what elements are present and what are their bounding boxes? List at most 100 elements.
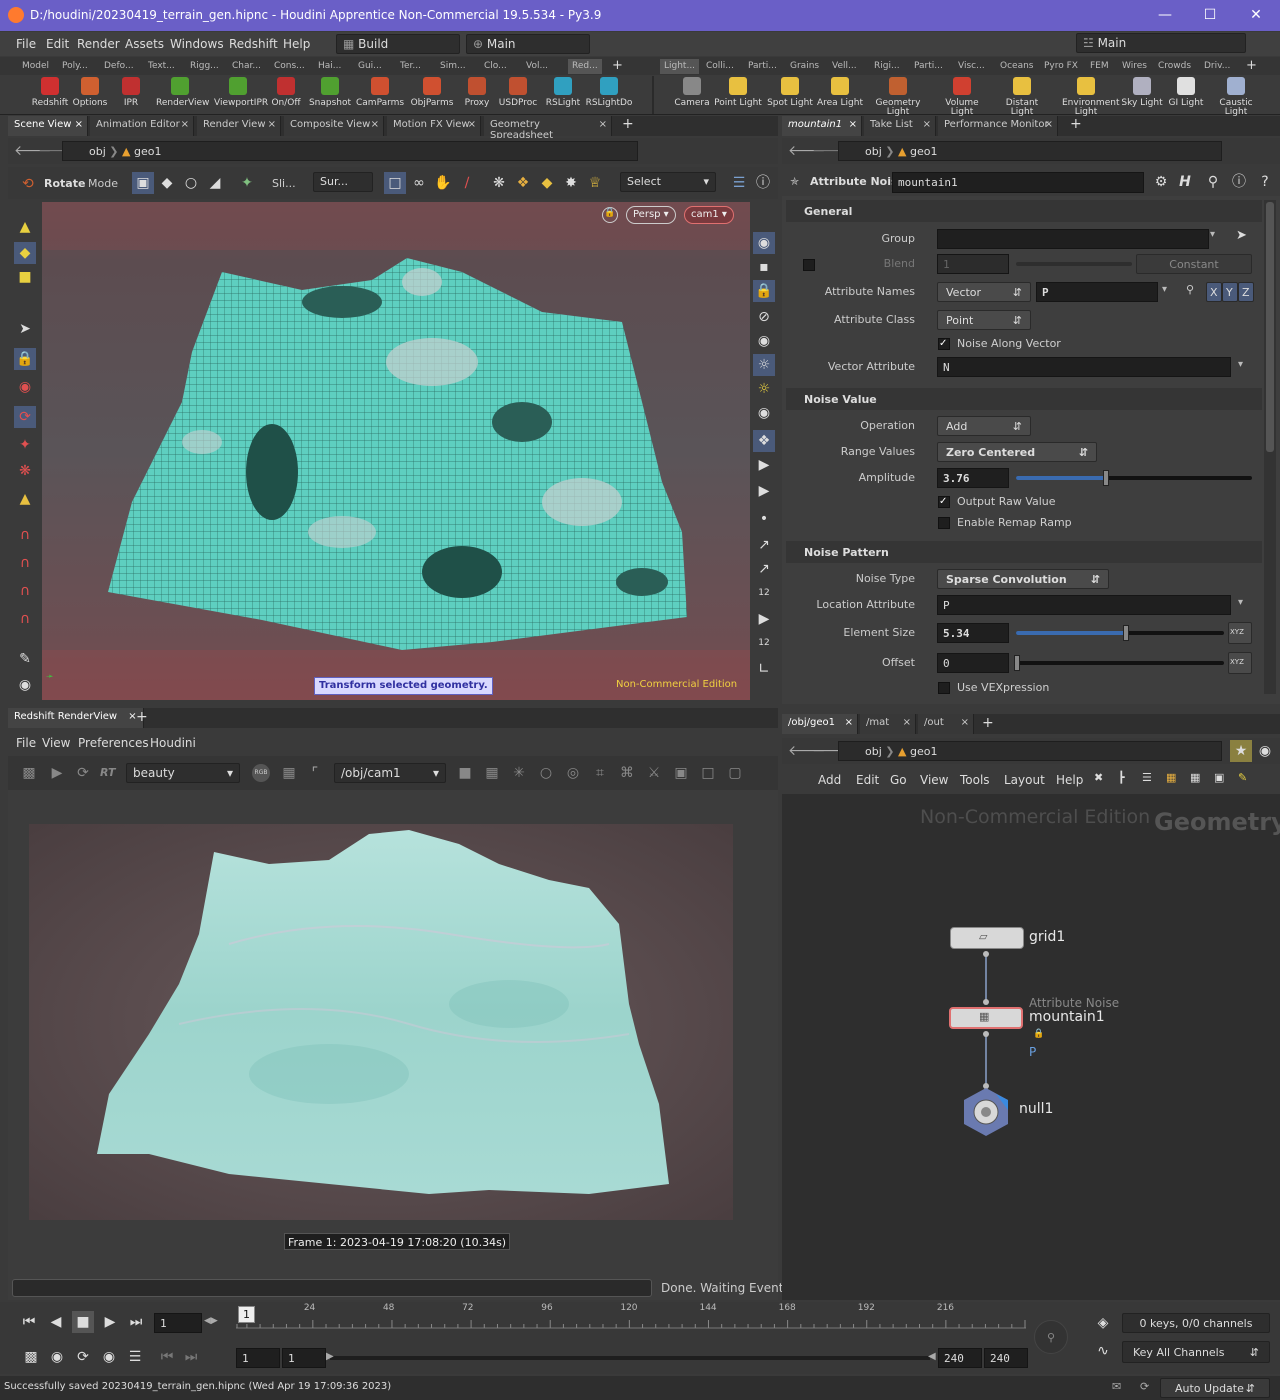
handle-tool-icon[interactable]: ▲: [14, 216, 36, 238]
camera-tool-icon[interactable]: ◉: [14, 674, 36, 696]
crumb-obj[interactable]: obj: [89, 145, 106, 158]
render-tool-icon-6[interactable]: ⌘: [616, 762, 638, 784]
network-tree-icon[interactable]: ┣: [1118, 771, 1125, 784]
play-icon[interactable]: ▶: [99, 1311, 121, 1333]
shelf-tab-right-7[interactable]: Visc...: [958, 59, 985, 74]
shelf-tab-6[interactable]: Cons...: [274, 59, 305, 74]
range-slider[interactable]: [330, 1356, 930, 1360]
network-menu-2[interactable]: Go: [890, 773, 907, 787]
section-noise-value[interactable]: Noise Value: [786, 388, 1262, 410]
magnet-icon-2[interactable]: ∩: [14, 552, 36, 574]
tool-right-2[interactable]: Spot Light: [766, 77, 814, 108]
persp-menu[interactable]: Persp ▾: [626, 206, 676, 224]
group-dropdown-icon[interactable]: ▾: [1210, 229, 1215, 240]
key-icon[interactable]: ◈: [1092, 1312, 1114, 1334]
rotate-view-icon[interactable]: ⟳: [14, 406, 36, 428]
network-path-field[interactable]: obj ❯ ▲ geo1: [838, 741, 1222, 761]
tool-left-2[interactable]: IPR: [107, 77, 155, 108]
tool-left-5[interactable]: On/Off: [262, 77, 310, 108]
network-combo[interactable]: ⊕ Main: [466, 34, 590, 54]
range-start-icon[interactable]: ⏮: [156, 1346, 178, 1368]
shelf-tab-right-11[interactable]: Wires: [1122, 59, 1147, 74]
network-link-icon[interactable]: ◉: [1254, 740, 1276, 762]
section-noise-pattern[interactable]: Noise Pattern: [786, 541, 1262, 563]
shelf-tab-right-3[interactable]: Grains: [790, 59, 819, 74]
render-tool-icon-0[interactable]: ■: [454, 762, 476, 784]
tab-right-2-close-icon[interactable]: ×: [1045, 119, 1053, 130]
blend-field[interactable]: 1: [937, 254, 1009, 274]
lasso-select-icon[interactable]: ∞: [408, 172, 430, 194]
tab-left-1[interactable]: Animation Editor ×: [90, 116, 194, 136]
attr-names-field[interactable]: P: [1036, 282, 1158, 302]
tab-left-2-close-icon[interactable]: ×: [268, 119, 276, 130]
tool-left-12[interactable]: RSLightDo: [585, 77, 633, 108]
rgb-icon[interactable]: RGB: [252, 764, 270, 782]
select-arrow-icon[interactable]: ➤: [14, 318, 36, 340]
display-icon-6[interactable]: ❖: [753, 430, 775, 452]
network-menu-5[interactable]: Layout: [1004, 773, 1045, 787]
tab-network-0[interactable]: /obj/geo1 ×: [782, 714, 858, 734]
tab-right-1[interactable]: Take List ×: [864, 116, 936, 136]
network-menu-4[interactable]: Tools: [960, 773, 990, 787]
param-scrollbar[interactable]: [1264, 200, 1276, 694]
grid-icon[interactable]: ▦: [278, 762, 300, 784]
network-note-icon[interactable]: ✎: [1238, 771, 1247, 784]
display-icon-3[interactable]: ⊘: [753, 306, 775, 328]
gear-icon[interactable]: ⚙: [1150, 171, 1172, 193]
enable-remap-checkbox[interactable]: [938, 517, 950, 529]
add-render-tab-icon[interactable]: +: [136, 709, 148, 725]
snap-tool-icon[interactable]: ❋: [14, 460, 36, 482]
render-tool-icon-7[interactable]: ⚔: [643, 762, 665, 784]
tab-left-0[interactable]: Scene View ×: [8, 116, 88, 136]
move-tool-icon[interactable]: ◆: [14, 242, 36, 264]
render-tool-icon-3[interactable]: ○: [535, 762, 557, 784]
render-tool-icon-10[interactable]: ▢: [724, 762, 746, 784]
display-12-icon[interactable]: 12: [753, 582, 775, 604]
display-icon-5[interactable]: ◉: [753, 402, 775, 424]
realtime-icon[interactable]: ◉: [46, 1346, 68, 1368]
menu-edit[interactable]: Edit: [46, 37, 69, 51]
net-crumb-obj[interactable]: obj: [865, 745, 882, 758]
status-refresh-icon[interactable]: ⟳: [1140, 1380, 1149, 1393]
display-icon-4[interactable]: ◉: [753, 330, 775, 352]
network-menu-6[interactable]: Help: [1056, 773, 1083, 787]
status-chat-icon[interactable]: ✉: [1112, 1380, 1121, 1393]
vector-attr-field[interactable]: N: [937, 357, 1231, 377]
menu-file[interactable]: File: [16, 37, 36, 51]
tool-left-4[interactable]: ViewportIPR: [214, 77, 268, 108]
offset-slider-knob[interactable]: [1014, 655, 1020, 671]
render-tool-icon-8[interactable]: ▣: [670, 762, 692, 784]
minimize-button[interactable]: —: [1153, 4, 1177, 26]
y-button[interactable]: Y: [1222, 282, 1238, 302]
render-tool-icon-5[interactable]: ⌗: [589, 762, 611, 784]
network-menu-0[interactable]: Add: [818, 773, 841, 787]
location-dropdown-icon[interactable]: ▾: [1238, 597, 1243, 608]
range-end-field-2[interactable]: 240: [984, 1348, 1028, 1368]
tab-network-1[interactable]: /mat ×: [860, 714, 916, 734]
range-start-field-2[interactable]: 1: [282, 1348, 326, 1368]
clapboard-icon[interactable]: ▩: [18, 762, 40, 784]
menu-windows[interactable]: Windows: [170, 37, 224, 51]
scene-path-field[interactable]: obj ❯ ▲ geo1: [62, 141, 638, 161]
display-icon-9[interactable]: ▶: [753, 608, 775, 630]
noise-type-menu[interactable]: Sparse Convolution ⇵: [937, 569, 1109, 589]
shelf-tab-right-5[interactable]: Rigi...: [874, 59, 900, 74]
brush-select-icon[interactable]: ✋: [432, 172, 454, 194]
paint-tool-icon[interactable]: ✎: [14, 648, 36, 670]
node-name-field[interactable]: mountain1: [892, 172, 1144, 193]
amplitude-field[interactable]: 3.76: [937, 468, 1009, 488]
tool-right-9[interactable]: GI Light: [1162, 77, 1210, 108]
element-size-xyz-button[interactable]: XYZ: [1228, 622, 1252, 644]
scene-viewport[interactable]: 🔒 Persp ▾ cam1 ▾ Transform selected geom…: [42, 202, 750, 700]
maximize-button[interactable]: ☐: [1198, 4, 1222, 26]
add-network-tab-icon[interactable]: +: [982, 715, 994, 731]
amplitude-slider-knob[interactable]: [1102, 470, 1109, 486]
shelf-tab-right-0[interactable]: Light...: [660, 59, 700, 74]
magnet-icon-1[interactable]: ∩: [14, 524, 36, 546]
render-tool-icon-4[interactable]: ◎: [562, 762, 584, 784]
attr-type-menu[interactable]: Vector ⇵: [937, 282, 1031, 302]
tool-right-0[interactable]: Camera: [668, 77, 716, 108]
add-right-tab-icon[interactable]: +: [1070, 116, 1082, 132]
location-field[interactable]: P: [937, 595, 1231, 615]
tab-network-2[interactable]: /out ×: [918, 714, 974, 734]
